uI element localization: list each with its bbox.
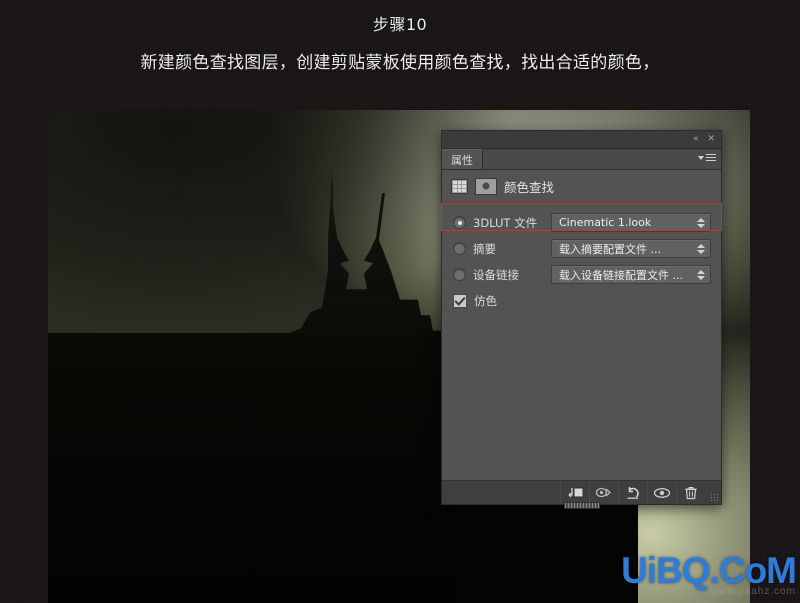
select-abstract-value: 载入摘要配置文件 ... <box>559 242 661 256</box>
row-abstract-label: 摘要 <box>473 241 496 256</box>
photo-foreground-shadow <box>48 333 450 603</box>
panel-menu-button[interactable] <box>698 152 716 163</box>
panel-body: 3DLUT 文件 Cinematic 1.look 摘要 载入摘要配置文件 ..… <box>442 203 721 311</box>
panel-titlebar[interactable]: « ✕ <box>442 131 721 149</box>
close-icon[interactable]: ✕ <box>707 135 715 144</box>
tab-properties[interactable]: 属性 <box>442 149 483 169</box>
watermark: UiBQ.CoM www.psahz.com <box>621 550 797 597</box>
spinner-3dlut-file-icon[interactable] <box>696 217 705 228</box>
collapse-icon[interactable]: « <box>693 135 699 144</box>
panel-tabbar[interactable]: 属性 <box>442 149 721 170</box>
panel-header-title: 颜色查找 <box>504 179 555 195</box>
tab-properties-label: 属性 <box>451 153 473 167</box>
panel-bottom-drag-handle[interactable] <box>563 502 600 509</box>
chevron-down-icon <box>698 155 704 160</box>
layer-mask-thumbnail-icon[interactable] <box>475 177 497 195</box>
radio-abstract[interactable] <box>453 242 466 255</box>
tabbar-empty-area <box>483 149 721 169</box>
caption-block: 步骤10 新建颜色查找图层，创建剪贴蒙板使用颜色查找，找出合适的颜色， <box>0 0 800 72</box>
select-abstract[interactable]: 载入摘要配置文件 ... <box>551 239 711 258</box>
reset-icon[interactable] <box>618 481 647 504</box>
select-3dlut-file[interactable]: Cinematic 1.look <box>551 213 711 232</box>
panel-resize-grip[interactable] <box>705 481 721 504</box>
view-previous-state-icon[interactable] <box>589 481 618 504</box>
row-3dlut-file-label: 3DLUT 文件 <box>473 215 538 230</box>
row-device-link[interactable]: 设备链接 载入设备链接配置文件 ... <box>442 264 721 285</box>
row-dither[interactable]: 仿色 <box>442 290 721 311</box>
spinner-abstract-icon[interactable] <box>696 243 705 254</box>
row-device-link-label: 设备链接 <box>473 267 519 282</box>
select-3dlut-file-value: Cinematic 1.look <box>559 216 652 229</box>
properties-panel[interactable]: « ✕ 属性 颜色查找 3DLUT 文件 Cinematic 1.look 摘要… <box>441 130 722 509</box>
color-lookup-grid-icon[interactable] <box>451 178 468 194</box>
toggle-visibility-eye-icon[interactable] <box>647 481 676 504</box>
select-device-link[interactable]: 载入设备链接配置文件 ... <box>551 265 711 284</box>
radio-device-link[interactable] <box>453 268 466 281</box>
select-device-link-value: 载入设备链接配置文件 ... <box>559 268 683 282</box>
hamburger-menu-icon <box>706 152 716 163</box>
clip-to-layer-icon[interactable] <box>560 481 589 504</box>
checkbox-dither[interactable] <box>453 293 467 308</box>
step-description: 新建颜色查找图层，创建剪贴蒙板使用颜色查找，找出合适的颜色， <box>140 53 660 73</box>
row-dither-label: 仿色 <box>474 293 497 308</box>
panel-footer[interactable] <box>442 480 721 504</box>
spinner-device-link-icon[interactable] <box>696 269 705 280</box>
delete-trash-icon[interactable] <box>676 481 705 504</box>
watermark-main-text: UiBQ.CoM <box>621 550 797 591</box>
row-3dlut-file[interactable]: 3DLUT 文件 Cinematic 1.look <box>442 212 721 233</box>
row-abstract[interactable]: 摘要 载入摘要配置文件 ... <box>442 238 721 259</box>
radio-3dlut-file[interactable] <box>453 216 466 229</box>
step-title: 步骤10 <box>372 15 428 34</box>
panel-header: 颜色查找 <box>442 170 721 203</box>
